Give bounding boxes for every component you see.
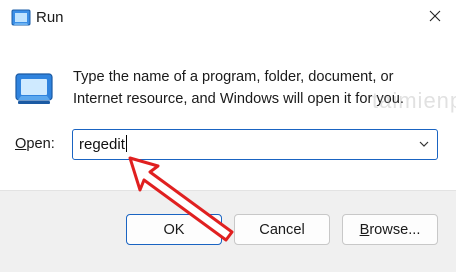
text-caret	[125, 135, 127, 152]
button-bar: OK Cancel Browse...	[0, 190, 456, 272]
browse-button[interactable]: Browse...	[342, 214, 438, 245]
cancel-button[interactable]: Cancel	[234, 214, 330, 245]
watermark-logo: taimienphi	[372, 88, 456, 113]
run-icon	[11, 9, 31, 27]
close-button[interactable]	[418, 2, 452, 34]
ok-button[interactable]: OK	[126, 214, 222, 245]
chevron-down-icon[interactable]	[417, 137, 431, 151]
title-bar: Run	[0, 0, 456, 38]
run-dialog: Run Type the name of a program, folder, …	[0, 0, 456, 272]
open-combobox[interactable]: regedit	[72, 129, 438, 160]
window-title: Run	[36, 9, 64, 26]
open-input[interactable]: regedit	[79, 135, 127, 153]
run-icon-large	[14, 70, 54, 106]
close-icon	[429, 9, 441, 27]
open-label: Open:	[15, 136, 55, 152]
